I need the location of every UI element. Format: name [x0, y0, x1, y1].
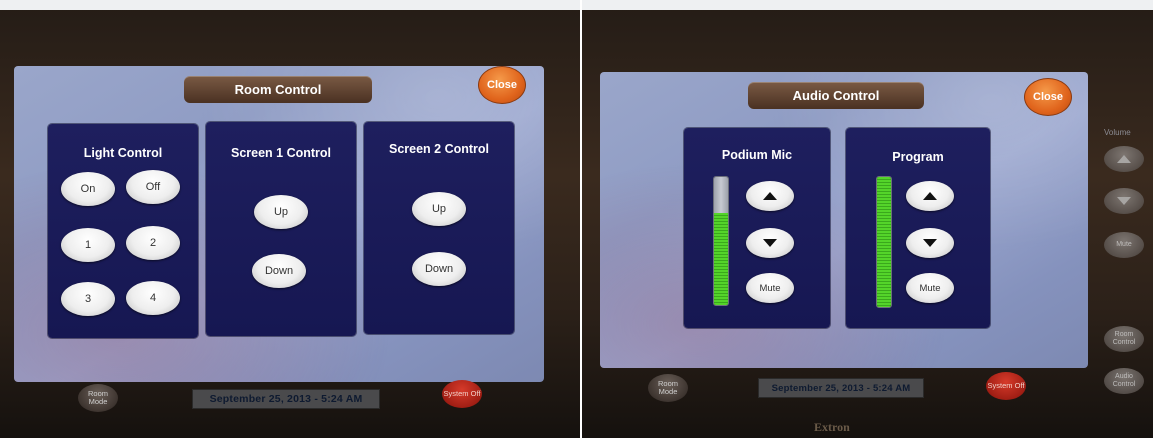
triangle-up-icon	[1117, 155, 1131, 163]
top-strip	[0, 0, 580, 10]
screen1-control-panel: Screen 1 Control Up Down	[206, 122, 356, 336]
date-time-display: September 25, 2013 - 5:24 AM	[758, 378, 924, 398]
triangle-down-icon	[1117, 197, 1131, 205]
screen1-control-title: Screen 1 Control	[230, 146, 332, 160]
system-off-button[interactable]: System Off	[442, 380, 482, 408]
top-strip	[582, 0, 1153, 10]
close-button[interactable]: Close	[478, 66, 526, 104]
program-level-meter	[876, 176, 892, 308]
touch-screen-room-control: Room Control Close Light Control On Off …	[14, 66, 544, 382]
triangle-down-icon	[923, 239, 937, 247]
photo-room-control: Room Control Close Light Control On Off …	[0, 0, 580, 438]
light-control-title: Light Control	[83, 146, 163, 160]
touch-screen-audio-control: Audio Control Close Podium Mic Mute Prog…	[600, 72, 1088, 368]
meter-fill-segment	[714, 212, 728, 305]
side-volume-down-button[interactable]	[1104, 188, 1144, 214]
podium-mic-panel: Podium Mic Mute	[684, 128, 830, 328]
side-mute-button[interactable]: Mute	[1104, 232, 1144, 258]
triangle-up-icon	[923, 192, 937, 200]
triangle-up-icon	[763, 192, 777, 200]
room-mode-button[interactable]: Room Mode	[648, 374, 688, 402]
meter-empty-segment	[714, 177, 728, 213]
page-title: Room Control	[184, 76, 372, 103]
side-volume-up-button[interactable]	[1104, 146, 1144, 172]
meter-fill-segment	[877, 177, 891, 307]
program-volume-up-button[interactable]	[906, 181, 954, 211]
screen-glare	[600, 72, 1088, 368]
screen1-up-button[interactable]: Up	[254, 195, 308, 229]
date-time-display: September 25, 2013 - 5:24 AM	[192, 389, 380, 409]
side-room-control-button[interactable]: Room Control	[1104, 326, 1144, 352]
light-on-button[interactable]: On	[61, 172, 115, 206]
screen2-control-title: Screen 2 Control	[388, 142, 490, 156]
close-button[interactable]: Close	[1024, 78, 1072, 116]
room-mode-button[interactable]: Room Mode	[78, 384, 118, 412]
side-audio-control-button[interactable]: Audio Control	[1104, 368, 1144, 394]
triangle-down-icon	[763, 239, 777, 247]
light-preset-4-button[interactable]: 4	[126, 281, 180, 315]
light-preset-2-button[interactable]: 2	[126, 226, 180, 260]
page-title: Audio Control	[748, 82, 924, 109]
podium-mic-volume-down-button[interactable]	[746, 228, 794, 258]
volume-label: Volume	[1104, 128, 1131, 137]
light-preset-3-button[interactable]: 3	[61, 282, 115, 316]
screen2-down-button[interactable]: Down	[412, 252, 466, 286]
screen1-down-button[interactable]: Down	[252, 254, 306, 288]
light-off-button[interactable]: Off	[126, 170, 180, 204]
program-volume-down-button[interactable]	[906, 228, 954, 258]
program-panel: Program Mute	[846, 128, 990, 328]
system-off-button[interactable]: System Off	[986, 372, 1026, 400]
brand-logo: Extron	[814, 420, 850, 434]
podium-mic-title: Podium Mic	[721, 148, 793, 162]
podium-mic-level-meter	[713, 176, 729, 306]
photo-audio-control: Audio Control Close Podium Mic Mute Prog…	[582, 0, 1153, 438]
podium-mic-volume-up-button[interactable]	[746, 181, 794, 211]
screen2-control-panel: Screen 2 Control Up Down	[364, 122, 514, 334]
program-mute-button[interactable]: Mute	[906, 273, 954, 303]
program-title: Program	[892, 150, 944, 164]
screen2-up-button[interactable]: Up	[412, 192, 466, 226]
podium-mic-mute-button[interactable]: Mute	[746, 273, 794, 303]
light-preset-1-button[interactable]: 1	[61, 228, 115, 262]
light-control-panel: Light Control On Off 1 2 3 4	[48, 124, 198, 338]
